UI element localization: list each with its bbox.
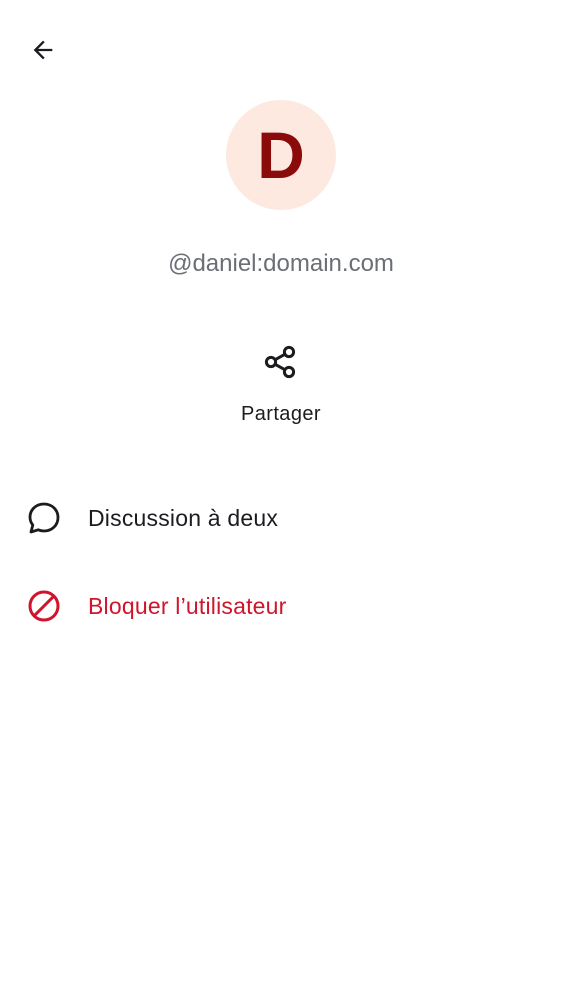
back-button[interactable]	[19, 26, 67, 74]
user-id: @daniel:domain.com	[168, 250, 394, 277]
block-icon	[24, 586, 64, 626]
avatar: D	[226, 100, 336, 210]
chat-bubble-icon	[24, 498, 64, 538]
block-user-item[interactable]: Bloquer l’utilisateur	[0, 570, 562, 642]
direct-chat-label: Discussion à deux	[88, 505, 279, 531]
block-user-label: Bloquer l’utilisateur	[88, 593, 287, 619]
avatar-initial: D	[257, 118, 305, 192]
direct-chat-item[interactable]: Discussion à deux	[0, 482, 562, 554]
share-icon	[264, 345, 296, 379]
share-button[interactable]: Partager	[216, 336, 346, 440]
arrow-back-icon	[33, 40, 53, 60]
share-label: Partager	[241, 403, 321, 425]
